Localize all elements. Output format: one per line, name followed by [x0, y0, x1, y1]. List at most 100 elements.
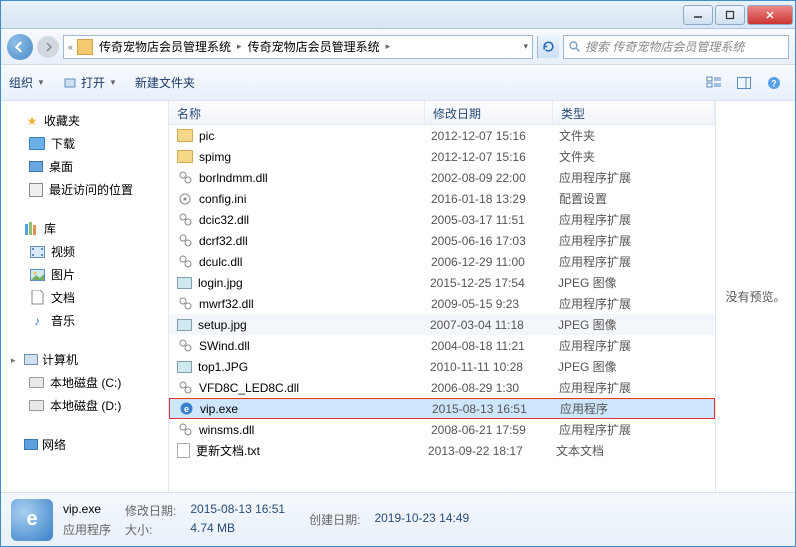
file-name: dcrf32.dll — [199, 234, 431, 248]
file-date: 2004-08-18 11:21 — [431, 339, 559, 353]
file-name: VFD8C_LED8C.dll — [199, 381, 431, 395]
file-date: 2009-05-15 9:23 — [431, 297, 559, 311]
disclosure-icon: ▸ — [11, 355, 20, 364]
close-button[interactable] — [747, 5, 793, 25]
address-bar[interactable]: « 传奇宠物店会员管理系统 ▸ 传奇宠物店会员管理系统 ▸ ▾ — [63, 35, 533, 59]
sidebar-item-drive-d[interactable]: 本地磁盘 (D:) — [5, 394, 164, 417]
chevron-left-icon[interactable]: « — [68, 42, 73, 52]
dll-icon — [177, 380, 193, 396]
file-type: 应用程序扩展 — [559, 295, 631, 312]
open-button[interactable]: 打开 ▼ — [63, 74, 117, 91]
file-row[interactable]: winsms.dll2008-06-21 17:59应用程序扩展 — [169, 419, 715, 440]
file-date: 2002-08-09 22:00 — [431, 171, 559, 185]
music-icon: ♪ — [29, 313, 45, 329]
breadcrumb-segment[interactable]: 传奇宠物店会员管理系统 — [246, 36, 382, 57]
file-row[interactable]: 更新文档.txt2013-09-22 18:17文本文档 — [169, 440, 715, 461]
sidebar-item-pictures[interactable]: 图片 — [5, 263, 164, 286]
file-row[interactable]: mwrf32.dll2009-05-15 9:23应用程序扩展 — [169, 293, 715, 314]
file-type-icon: e — [11, 499, 53, 541]
file-type: 应用程序扩展 — [559, 232, 631, 249]
file-row[interactable]: borlndmm.dll2002-08-09 22:00应用程序扩展 — [169, 167, 715, 188]
file-date: 2012-12-07 15:16 — [431, 150, 559, 164]
file-type: 文本文档 — [556, 442, 604, 459]
file-name: pic — [199, 129, 431, 143]
disclosure-icon — [11, 116, 20, 125]
svg-text:?: ? — [771, 78, 777, 88]
maximize-button[interactable] — [715, 5, 745, 25]
folder-icon — [77, 39, 93, 55]
file-type: 应用程序 — [560, 400, 608, 417]
file-date: 2013-09-22 18:17 — [428, 444, 556, 458]
column-headers: 名称 修改日期 类型 — [169, 101, 715, 125]
sidebar-item-documents[interactable]: 文档 — [5, 286, 164, 309]
file-row[interactable]: top1.JPG2010-11-11 10:28JPEG 图像 — [169, 356, 715, 377]
sidebar-item-recent[interactable]: 最近访问的位置 — [5, 178, 164, 201]
organize-button[interactable]: 组织 ▼ — [9, 74, 45, 91]
back-button[interactable] — [7, 34, 33, 60]
network-group[interactable]: 网络 — [5, 433, 164, 456]
sidebar-item-desktop[interactable]: 桌面 — [5, 155, 164, 178]
drive-icon — [29, 400, 44, 411]
file-date: 2007-03-04 11:18 — [430, 318, 558, 332]
file-row[interactable]: config.ini2016-01-18 13:29配置设置 — [169, 188, 715, 209]
sidebar-item-downloads[interactable]: 下载 — [5, 132, 164, 155]
file-row[interactable]: SWind.dll2004-08-18 11:21应用程序扩展 — [169, 335, 715, 356]
file-date: 2015-12-25 17:54 — [430, 276, 558, 290]
status-filetype: 应用程序 — [63, 521, 111, 538]
file-row[interactable]: login.jpg2015-12-25 17:54JPEG 图像 — [169, 272, 715, 293]
minimize-button[interactable] — [683, 5, 713, 25]
forward-button[interactable] — [37, 36, 59, 58]
open-icon — [63, 76, 77, 90]
help-button[interactable]: ? — [761, 72, 787, 94]
sidebar-item-music[interactable]: ♪音乐 — [5, 309, 164, 332]
recent-icon — [29, 183, 43, 197]
status-filename: vip.exe — [63, 502, 111, 519]
file-name: dcic32.dll — [199, 213, 431, 227]
preview-pane-button[interactable] — [731, 72, 757, 94]
file-date: 2012-12-07 15:16 — [431, 129, 559, 143]
sidebar-item-videos[interactable]: 视频 — [5, 240, 164, 263]
libraries-group[interactable]: 库 — [5, 217, 164, 240]
dropdown-icon[interactable]: ▾ — [523, 41, 528, 52]
file-row[interactable]: setup.jpg2007-03-04 11:18JPEG 图像 — [169, 314, 715, 335]
svg-text:e: e — [183, 404, 188, 414]
file-name: spimg — [199, 150, 431, 164]
library-icon — [24, 221, 40, 237]
file-row[interactable]: dculc.dll2006-12-29 11:00应用程序扩展 — [169, 251, 715, 272]
file-type: JPEG 图像 — [558, 274, 617, 291]
file-row[interactable]: VFD8C_LED8C.dll2006-08-29 1:30应用程序扩展 — [169, 377, 715, 398]
video-icon — [29, 244, 45, 260]
file-list: 名称 修改日期 类型 pic2012-12-07 15:16文件夹spimg20… — [169, 101, 715, 492]
refresh-button[interactable] — [537, 36, 559, 58]
file-name: SWind.dll — [199, 339, 431, 353]
file-name: winsms.dll — [199, 423, 431, 437]
chevron-right-icon[interactable]: ▸ — [386, 41, 391, 52]
chevron-right-icon[interactable]: ▸ — [237, 41, 242, 52]
search-input[interactable]: 搜索 传奇宠物店会员管理系统 — [563, 35, 789, 59]
sidebar-item-drive-c[interactable]: 本地磁盘 (C:) — [5, 371, 164, 394]
file-type: 文件夹 — [559, 148, 595, 165]
file-row[interactable]: dcic32.dll2005-03-17 11:51应用程序扩展 — [169, 209, 715, 230]
computer-group[interactable]: ▸计算机 — [5, 348, 164, 371]
file-row[interactable]: dcrf32.dll2005-06-16 17:03应用程序扩展 — [169, 230, 715, 251]
star-icon: ★ — [24, 113, 40, 129]
dll-icon — [177, 170, 193, 186]
folder-icon — [177, 129, 193, 142]
breadcrumb-segment[interactable]: 传奇宠物店会员管理系统 — [97, 36, 233, 57]
details-pane: e vip.exe 修改日期: 2015-08-13 16:51 应用程序 大小… — [1, 492, 795, 546]
column-date[interactable]: 修改日期 — [425, 101, 553, 124]
view-options-button[interactable] — [701, 72, 727, 94]
image-icon — [177, 319, 192, 331]
file-row[interactable]: pic2012-12-07 15:16文件夹 — [169, 125, 715, 146]
file-type: JPEG 图像 — [558, 316, 617, 333]
file-row[interactable]: evip.exe2015-08-13 16:51应用程序 — [169, 398, 715, 419]
file-name: dculc.dll — [199, 255, 431, 269]
column-name[interactable]: 名称 — [169, 101, 425, 124]
file-date: 2006-08-29 1:30 — [431, 381, 559, 395]
column-type[interactable]: 类型 — [553, 101, 715, 124]
file-row[interactable]: spimg2012-12-07 15:16文件夹 — [169, 146, 715, 167]
new-folder-button[interactable]: 新建文件夹 — [135, 74, 195, 91]
file-date: 2006-12-29 11:00 — [431, 255, 559, 269]
favorites-group[interactable]: ★收藏夹 — [5, 109, 164, 132]
file-date: 2010-11-11 10:28 — [430, 360, 558, 374]
